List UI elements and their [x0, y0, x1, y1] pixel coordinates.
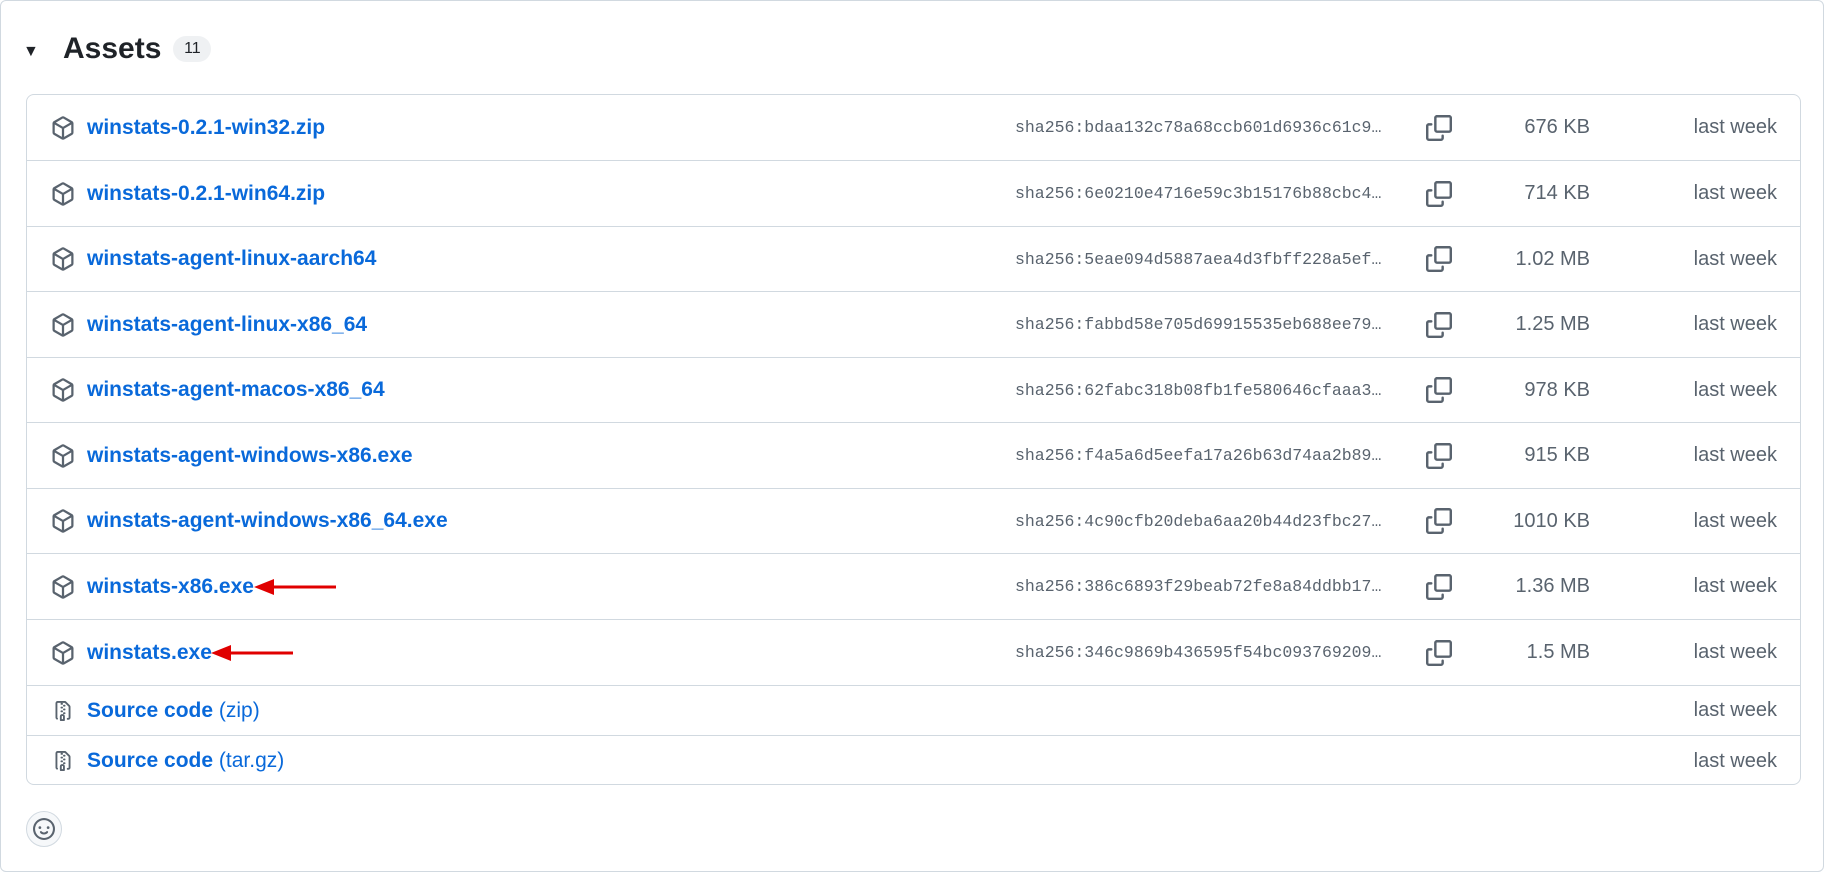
package-icon — [52, 443, 74, 468]
copy-icon[interactable] — [1425, 180, 1453, 208]
smiley-icon — [33, 818, 55, 840]
release-page: ▼ Assets 11 winstats-0.2.1-win32.zip sha… — [0, 0, 1824, 872]
asset-date: last week — [1693, 378, 1777, 401]
asset-size: 1.25 MB — [1515, 313, 1590, 335]
asset-link[interactable]: winstats-0.2.1-win64.zip — [87, 182, 325, 206]
asset-link[interactable]: winstats-agent-linux-aarch64 — [87, 247, 376, 271]
asset-date: last week — [1693, 509, 1777, 532]
red-arrow — [254, 578, 336, 595]
asset-row: winstats.exe sha256:346c9869b436595f54bc… — [27, 619, 1800, 685]
file-zip-icon — [55, 751, 71, 771]
asset-size: 676 KB — [1524, 116, 1590, 138]
source-row: Source code (zip) last week — [27, 685, 1800, 735]
asset-row: winstats-agent-linux-aarch64 sha256:5eae… — [27, 226, 1800, 291]
asset-link[interactable]: winstats-0.2.1-win32.zip — [87, 116, 325, 140]
asset-size: 1.02 MB — [1515, 247, 1590, 270]
asset-sha256: sha256:4c90cfb20deba6aa20b44d23fbc27… — [1015, 511, 1382, 531]
copy-icon[interactable] — [1425, 507, 1453, 535]
package-icon — [52, 247, 74, 271]
asset-row: winstats-agent-linux-x86_64 sha256:fabbd… — [27, 291, 1800, 357]
red-arrow — [211, 644, 293, 661]
asset-row: winstats-0.2.1-win64.zip sha256:6e0210e4… — [27, 160, 1800, 226]
asset-row: winstats-agent-macos-x86_64 sha256:62fab… — [27, 357, 1800, 422]
asset-link[interactable]: winstats.exe — [87, 641, 212, 665]
copy-icon[interactable] — [1425, 573, 1453, 601]
asset-size: 915 KB — [1524, 444, 1590, 466]
assets-toggle[interactable]: ▼ Assets 11 — [23, 29, 212, 69]
package-icon — [52, 115, 74, 140]
assets-count-badge: 11 — [173, 36, 212, 62]
asset-date: last week — [1693, 313, 1777, 335]
package-icon — [52, 574, 74, 599]
asset-row: winstats-agent-windows-x86_64.exe sha256… — [27, 488, 1800, 553]
copy-icon[interactable] — [1425, 376, 1453, 404]
asset-link[interactable]: winstats-agent-windows-x86.exe — [87, 444, 413, 468]
asset-sha256: sha256:62fabc318b08fb1fe580646cfaaa3… — [1015, 380, 1382, 400]
asset-size: 1.5 MB — [1526, 641, 1590, 663]
copy-icon[interactable] — [1425, 311, 1453, 339]
asset-sha256: sha256:f4a5a6d5eefa17a26b63d74aa2b89… — [1015, 446, 1382, 465]
source-code-targz-link[interactable]: Source code (tar.gz) — [87, 749, 284, 773]
assets-list: winstats-0.2.1-win32.zip sha256:bdaa132c… — [26, 94, 1801, 785]
asset-size: 1.36 MB — [1515, 575, 1590, 597]
copy-icon[interactable] — [1425, 114, 1453, 142]
triangle-down-icon: ▼ — [23, 43, 39, 60]
asset-row: winstats-x86.exe sha256:386c6893f29beab7… — [27, 553, 1800, 619]
asset-sha256: sha256:386c6893f29beab72fe8a84ddbb17… — [1015, 577, 1382, 596]
package-icon — [52, 378, 74, 402]
asset-size: 1010 KB — [1513, 509, 1590, 532]
asset-row: winstats-agent-windows-x86.exe sha256:f4… — [27, 422, 1800, 488]
add-reaction-button[interactable] — [26, 811, 62, 847]
asset-sha256: sha256:5eae094d5887aea4d3fbff228a5ef… — [1015, 249, 1382, 269]
package-icon — [52, 509, 74, 533]
copy-icon[interactable] — [1425, 639, 1453, 667]
asset-sha256: sha256:fabbd58e705d69915535eb688ee79… — [1015, 315, 1382, 334]
asset-sha256: sha256:6e0210e4716e59c3b15176b88cbc4… — [1015, 184, 1382, 203]
package-icon — [52, 312, 74, 337]
asset-date: last week — [1693, 444, 1777, 466]
asset-date: last week — [1693, 116, 1777, 138]
source-row: Source code (tar.gz) last week — [27, 735, 1800, 784]
asset-sha256: sha256:346c9869b436595f54bc093769209… — [1015, 643, 1382, 662]
asset-row: winstats-0.2.1-win32.zip sha256:bdaa132c… — [27, 95, 1800, 160]
copy-icon[interactable] — [1425, 442, 1453, 470]
package-icon — [52, 640, 74, 665]
package-icon — [52, 181, 74, 206]
asset-date: last week — [1693, 749, 1777, 772]
asset-link[interactable]: winstats-agent-macos-x86_64 — [87, 378, 385, 402]
asset-date: last week — [1693, 247, 1777, 270]
asset-date: last week — [1693, 575, 1777, 597]
copy-icon[interactable] — [1425, 245, 1453, 273]
asset-date: last week — [1693, 699, 1777, 721]
source-code-zip-link[interactable]: Source code (zip) — [87, 699, 260, 723]
asset-size: 714 KB — [1524, 182, 1590, 204]
asset-link[interactable]: winstats-agent-windows-x86_64.exe — [87, 509, 448, 533]
asset-sha256: sha256:bdaa132c78a68ccb601d6936c61c9… — [1015, 118, 1382, 137]
asset-date: last week — [1693, 182, 1777, 204]
file-zip-icon — [55, 700, 71, 721]
asset-date: last week — [1693, 641, 1777, 663]
assets-title: Assets — [63, 32, 162, 65]
asset-link[interactable]: winstats-agent-linux-x86_64 — [87, 313, 367, 337]
asset-link[interactable]: winstats-x86.exe — [87, 575, 254, 599]
asset-size: 978 KB — [1524, 378, 1590, 401]
